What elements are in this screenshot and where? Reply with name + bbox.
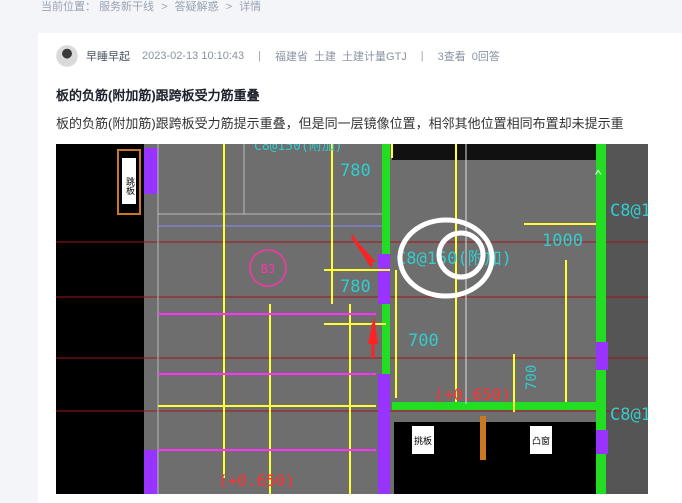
cad-column [378,254,390,304]
post-title: 板的负筋(附加筋)跟跨板受力筋重叠 [56,88,260,103]
breadcrumb-separator: > [161,1,168,13]
post-meta: 早睡早起 2023-02-13 10:10:43 | 福建省 土建 土建计量GT… [56,45,500,67]
breadcrumb: 当前位置： 服务新干线 > 答疑解惑 > 详情 [41,0,261,16]
cad-label-slab-2: 挑板 [414,435,432,447]
cad-elevation-2: (+0.650) [218,471,295,490]
cad-column [144,148,158,194]
view-count: 3查看 [437,51,466,63]
cad-column [596,430,608,454]
cad-dark-region-top [392,144,600,160]
cad-rebar-label-top: C8@150(附加) [254,144,343,154]
avatar[interactable] [56,45,78,67]
post-datetime: 2023-02-13 10:10:43 [142,50,245,62]
cad-drawing: 跳板 挑板 凸窗 B3 C8@150(附加) 780 C8@150(附加) 78… [56,144,648,494]
breadcrumb-separator: > [225,1,233,13]
breadcrumb-item-qa[interactable]: 答疑解惑 [175,1,219,13]
cad-magenta-group [158,313,376,451]
cad-hatched-block [480,416,486,460]
post-category: 土建 [314,51,337,63]
breadcrumb-item-detail: 详情 [239,1,262,13]
post-software: 土建计量GTJ [342,51,407,63]
cad-dim-700-vertical: 700 [524,365,540,390]
cad-rebar-label-right-1: C8@1 [610,201,648,221]
post-body: 板的负筋(附加筋)跟跨板受力筋提示重叠，但是同一层镜像位置，相邻其他位置相同布置… [56,116,624,131]
cad-circle-label: B3 [261,262,275,276]
answer-count: 0回答 [471,51,500,63]
breadcrumb-item-service[interactable]: 服务新干线 [99,1,154,13]
cad-screenshot[interactable]: 跳板 挑板 凸窗 B3 C8@150(附加) 780 C8@150(附加) 78… [56,144,648,494]
cad-shade-right [602,144,648,494]
cad-dim-700: 700 [408,331,439,351]
meta-divider: | [258,50,262,62]
cad-label-opening: 凸窗 [532,435,550,447]
cad-rebar-label-mid: C8@150(附加) [396,249,512,269]
author-name[interactable]: 早睡早起 [86,48,130,64]
cad-column [596,342,608,370]
cad-dim-780-mid: 780 [340,277,371,297]
post-location: 福建省 [275,51,309,63]
post-card: 早睡早起 2023-02-13 10:10:43 | 福建省 土建 土建计量GT… [38,33,682,503]
cad-label-slab: 跳板 [124,176,135,196]
cad-dim-780-top: 780 [340,161,371,181]
cad-column [378,374,390,494]
meta-divider: | [420,50,424,62]
cad-dim-1000: 1000 [542,231,583,251]
cad-chevron-icon: ⌃ [594,168,602,184]
cad-column [144,450,158,494]
cad-rebar-label-right-2: C8@1 [610,405,648,425]
breadcrumb-prefix: 当前位置： [41,1,96,13]
cad-annotation-arrow-shaft [350,235,374,267]
cad-elevation-1: (+0.650) [434,385,511,404]
